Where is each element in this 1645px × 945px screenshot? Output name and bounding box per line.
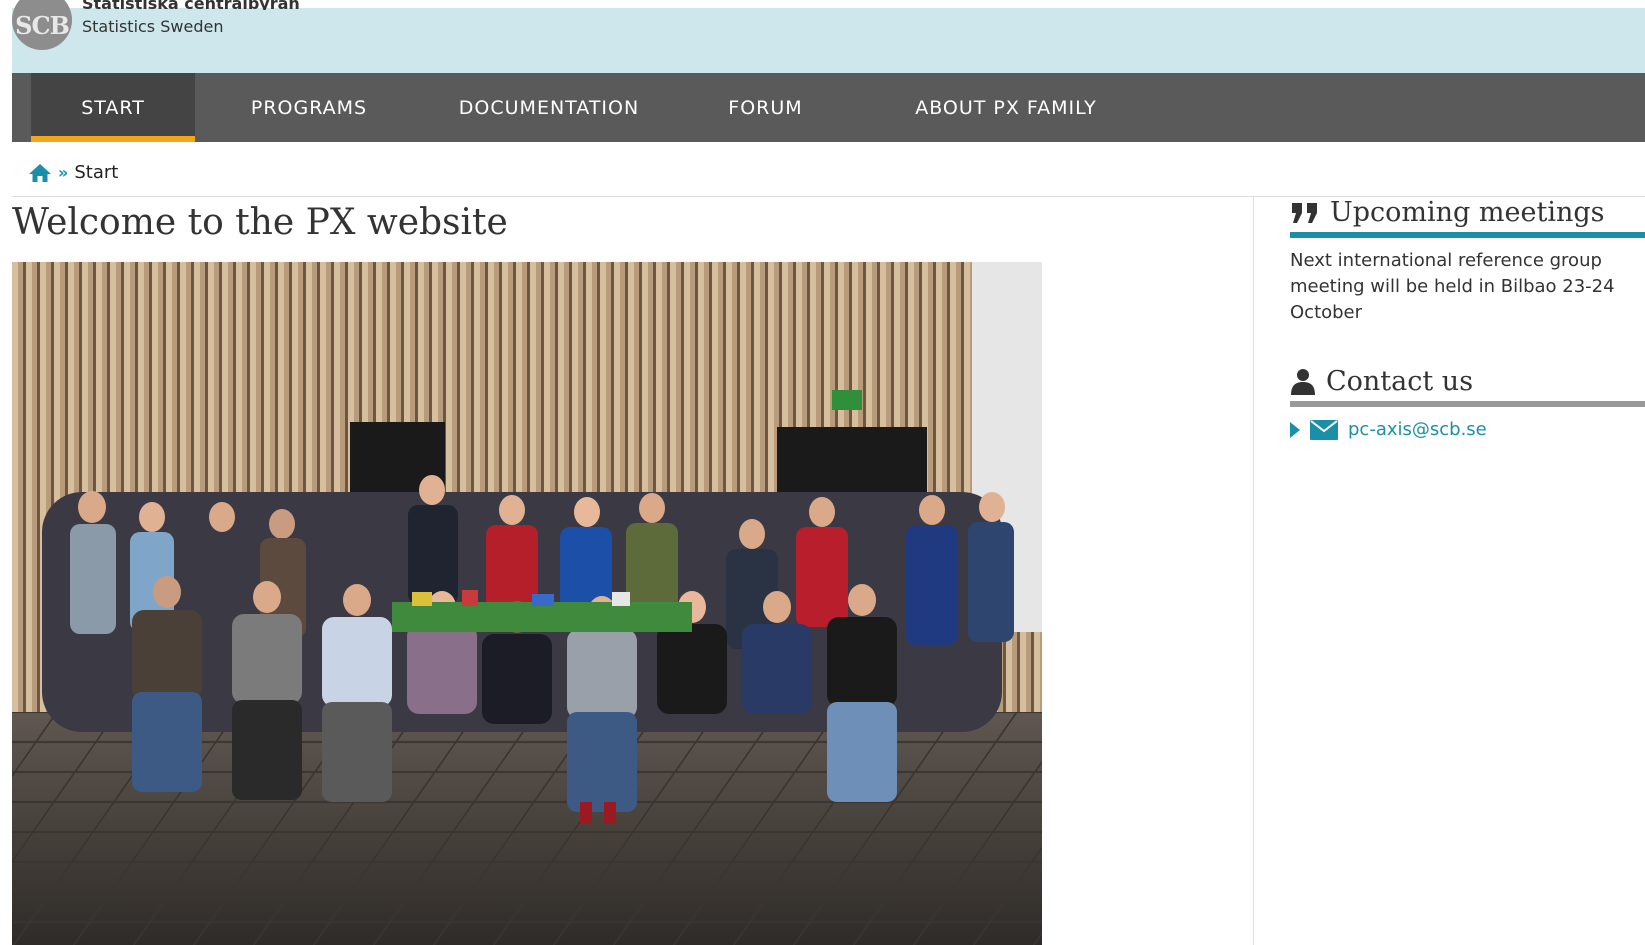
logo-text: SCB <box>15 11 70 40</box>
breadcrumb-separator: » <box>58 163 69 182</box>
contact-email-link[interactable]: pc-axis@scb.se <box>1348 419 1487 440</box>
envelope-icon <box>1310 419 1338 440</box>
org-name-english: Statistics Sweden <box>82 17 224 36</box>
nav-item-about-px-family[interactable]: ABOUT PX FAMILY <box>856 73 1156 142</box>
top-banner: SCB Statistiska centralbyrån Statistics … <box>12 0 1645 73</box>
contact-email-row: pc-axis@scb.se <box>1290 419 1645 440</box>
sidebar: Upcoming meetings Next international ref… <box>1290 197 1645 440</box>
caret-right-icon <box>1290 421 1300 438</box>
nav-item-programs[interactable]: PROGRAMS <box>195 73 423 142</box>
nav-item-label: ABOUT PX FAMILY <box>915 96 1097 119</box>
widget-title: Contact us <box>1326 366 1474 397</box>
upcoming-meetings-heading: Upcoming meetings <box>1290 197 1645 238</box>
org-name-swedish: Statistiska centralbyrån <box>82 0 300 10</box>
widget-title: Upcoming meetings <box>1330 197 1605 228</box>
contact-us-widget: Contact us pc-axis@scb.se <box>1290 366 1645 440</box>
nav-item-start[interactable]: START <box>31 73 195 142</box>
nav-item-documentation[interactable]: DOCUMENTATION <box>423 73 675 142</box>
breadcrumb-current: Start <box>74 162 119 183</box>
nav-item-forum[interactable]: FORUM <box>675 73 856 142</box>
upcoming-meetings-widget: Upcoming meetings Next international ref… <box>1290 197 1645 326</box>
page-title: Welcome to the PX website <box>12 202 508 243</box>
group-photo <box>12 262 1042 945</box>
home-icon[interactable] <box>28 163 52 183</box>
nav-item-label: START <box>81 96 145 119</box>
nav-item-label: FORUM <box>728 96 803 119</box>
meeting-announcement: Next international reference group meeti… <box>1290 250 1615 323</box>
sidebar-divider <box>1253 197 1254 945</box>
nav-item-label: DOCUMENTATION <box>458 96 640 119</box>
person-icon <box>1291 368 1315 395</box>
main-nav: START PROGRAMS DOCUMENTATION FORUM ABOUT… <box>12 73 1645 142</box>
quote-icon <box>1292 202 1317 223</box>
contact-us-heading: Contact us <box>1290 366 1645 407</box>
breadcrumb: » Start <box>28 162 118 183</box>
nav-item-label: PROGRAMS <box>250 96 368 119</box>
scb-logo[interactable]: SCB <box>12 0 72 50</box>
